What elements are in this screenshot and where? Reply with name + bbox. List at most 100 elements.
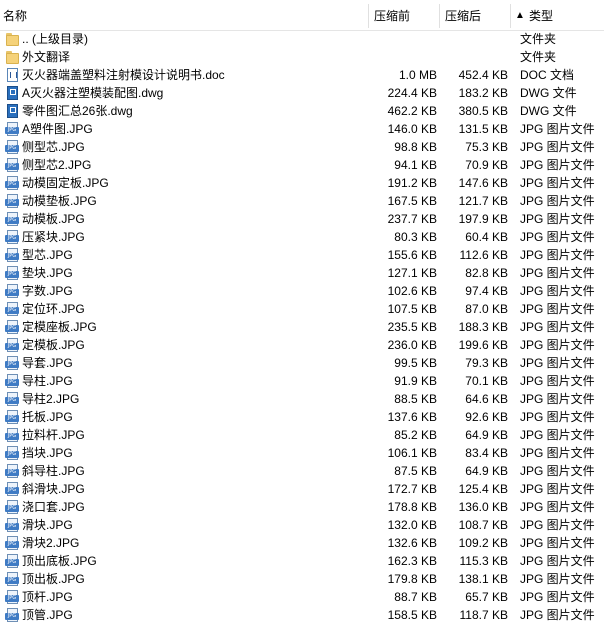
file-type: JPG 图片文件 — [520, 500, 595, 514]
compressed-size: 183.2 KB — [458, 86, 508, 100]
original-size: 132.6 KB — [387, 536, 437, 550]
file-row[interactable]: JPG 导套.JPG 99.5 KB 79.3 KB JPG 图片文件 — [0, 354, 604, 372]
compressed-size: 82.8 KB — [465, 266, 508, 280]
jpg-file-icon: JPG — [4, 121, 20, 137]
file-type: JPG 图片文件 — [520, 536, 595, 550]
original-size: 102.6 KB — [387, 284, 437, 298]
file-row[interactable]: 灭火器端盖塑料注射模设计说明书.doc 1.0 MB 452.4 KB DOC 文档 — [0, 66, 604, 84]
jpg-file-icon: JPG — [4, 319, 20, 335]
file-name: 托板.JPG — [22, 410, 73, 424]
dwg-file-icon — [4, 85, 20, 101]
file-row[interactable]: JPG 顶出板.JPG 179.8 KB 138.1 KB JPG 图片文件 — [0, 570, 604, 588]
file-row[interactable]: JPG 字数.JPG 102.6 KB 97.4 KB JPG 图片文件 — [0, 282, 604, 300]
file-row[interactable]: 外文翻译 文件夹 — [0, 48, 604, 66]
original-size: 462.2 KB — [387, 104, 437, 118]
original-size: 80.3 KB — [394, 230, 437, 244]
file-name: 侧型芯2.JPG — [22, 158, 92, 172]
jpg-file-icon: JPG — [4, 553, 20, 569]
header-divider[interactable] — [368, 4, 369, 28]
file-row[interactable]: A灭火器注塑模装配图.dwg 224.4 KB 183.2 KB DWG 文件 — [0, 84, 604, 102]
file-type: JPG 图片文件 — [520, 176, 595, 190]
compressed-size: 199.6 KB — [458, 338, 508, 352]
file-row[interactable]: JPG 滑块2.JPG 132.6 KB 109.2 KB JPG 图片文件 — [0, 534, 604, 552]
jpg-file-icon: JPG — [4, 247, 20, 263]
file-row[interactable]: JPG 导柱2.JPG 88.5 KB 64.6 KB JPG 图片文件 — [0, 390, 604, 408]
file-row[interactable]: JPG 动模固定板.JPG 191.2 KB 147.6 KB JPG 图片文件 — [0, 174, 604, 192]
compressed-size: 138.1 KB — [458, 572, 508, 586]
file-name: 导柱2.JPG — [22, 392, 80, 406]
original-size: 155.6 KB — [387, 248, 437, 262]
header-original-size[interactable]: 压缩前 — [374, 0, 410, 30]
file-row[interactable]: JPG 浇口套.JPG 178.8 KB 136.0 KB JPG 图片文件 — [0, 498, 604, 516]
file-name: 顶管.JPG — [22, 608, 73, 622]
file-row[interactable]: JPG 挡块.JPG 106.1 KB 83.4 KB JPG 图片文件 — [0, 444, 604, 462]
original-size: 146.0 KB — [387, 122, 437, 136]
file-row[interactable]: JPG 垫块.JPG 127.1 KB 82.8 KB JPG 图片文件 — [0, 264, 604, 282]
original-size: 137.6 KB — [387, 410, 437, 424]
file-row[interactable]: JPG 顶管.JPG 158.5 KB 118.7 KB JPG 图片文件 — [0, 606, 604, 624]
file-row[interactable]: JPG 顶杆.JPG 88.7 KB 65.7 KB JPG 图片文件 — [0, 588, 604, 606]
file-type: JPG 图片文件 — [520, 464, 595, 478]
original-size: 88.5 KB — [394, 392, 437, 406]
file-name: 顶出底板.JPG — [22, 554, 97, 568]
file-name: 字数.JPG — [22, 284, 73, 298]
file-row[interactable]: JPG 定位环.JPG 107.5 KB 87.0 KB JPG 图片文件 — [0, 300, 604, 318]
file-row[interactable]: JPG 型芯.JPG 155.6 KB 112.6 KB JPG 图片文件 — [0, 246, 604, 264]
original-size: 88.7 KB — [394, 590, 437, 604]
compressed-size: 197.9 KB — [458, 212, 508, 226]
file-type: JPG 图片文件 — [520, 320, 595, 334]
file-row[interactable]: JPG 滑块.JPG 132.0 KB 108.7 KB JPG 图片文件 — [0, 516, 604, 534]
header-divider[interactable] — [439, 4, 440, 28]
compressed-size: 112.6 KB — [459, 248, 508, 262]
file-row[interactable]: JPG 导柱.JPG 91.9 KB 70.1 KB JPG 图片文件 — [0, 372, 604, 390]
file-row[interactable]: JPG 拉料杆.JPG 85.2 KB 64.9 KB JPG 图片文件 — [0, 426, 604, 444]
sort-ascending-icon[interactable]: ▲ — [515, 0, 525, 30]
file-row[interactable]: JPG 侧型芯2.JPG 94.1 KB 70.9 KB JPG 图片文件 — [0, 156, 604, 174]
file-row[interactable]: JPG 动模板.JPG 237.7 KB 197.9 KB JPG 图片文件 — [0, 210, 604, 228]
jpg-file-icon: JPG — [4, 409, 20, 425]
jpg-file-icon: JPG — [4, 445, 20, 461]
original-size: 85.2 KB — [394, 428, 437, 442]
file-row[interactable]: 零件图汇总26张.dwg 462.2 KB 380.5 KB DWG 文件 — [0, 102, 604, 120]
column-header: 名称 压缩前 压缩后 ▲ 类型 — [0, 0, 604, 31]
header-type[interactable]: 类型 — [529, 0, 553, 30]
file-type: JPG 图片文件 — [520, 266, 595, 280]
jpg-file-icon: JPG — [4, 337, 20, 353]
jpg-file-icon: JPG — [4, 607, 20, 623]
file-row[interactable]: JPG 定模板.JPG 236.0 KB 199.6 KB JPG 图片文件 — [0, 336, 604, 354]
file-row[interactable]: JPG 顶出底板.JPG 162.3 KB 115.3 KB JPG 图片文件 — [0, 552, 604, 570]
file-row[interactable]: JPG 压紧块.JPG 80.3 KB 60.4 KB JPG 图片文件 — [0, 228, 604, 246]
jpg-file-icon: JPG — [4, 157, 20, 173]
jpg-file-icon: JPG — [4, 373, 20, 389]
file-type: JPG 图片文件 — [520, 554, 595, 568]
compressed-size: 380.5 KB — [458, 104, 508, 118]
file-type: JPG 图片文件 — [520, 194, 595, 208]
original-size: 127.1 KB — [387, 266, 437, 280]
file-row[interactable]: JPG A塑件图.JPG 146.0 KB 131.5 KB JPG 图片文件 — [0, 120, 604, 138]
original-size: 87.5 KB — [394, 464, 437, 478]
file-name: 挡块.JPG — [22, 446, 73, 460]
file-row[interactable]: JPG 定模座板.JPG 235.5 KB 188.3 KB JPG 图片文件 — [0, 318, 604, 336]
file-list: .. (上级目录) 文件夹 外文翻译 文件夹 灭火器端盖塑料注射模设计说明书.doc 1.… — [0, 30, 604, 624]
header-compressed-size[interactable]: 压缩后 — [445, 0, 481, 30]
file-type: JPG 图片文件 — [520, 608, 595, 622]
file-row[interactable]: JPG 托板.JPG 137.6 KB 92.6 KB JPG 图片文件 — [0, 408, 604, 426]
file-name: 拉料杆.JPG — [22, 428, 85, 442]
compressed-size: 60.4 KB — [465, 230, 508, 244]
file-name: 定模座板.JPG — [22, 320, 97, 334]
file-row[interactable]: JPG 侧型芯.JPG 98.8 KB 75.3 KB JPG 图片文件 — [0, 138, 604, 156]
header-divider[interactable] — [510, 4, 511, 28]
original-size: 172.7 KB — [387, 482, 437, 496]
file-type: JPG 图片文件 — [520, 140, 595, 154]
file-row[interactable]: JPG 斜滑块.JPG 172.7 KB 125.4 KB JPG 图片文件 — [0, 480, 604, 498]
header-name[interactable]: 名称 — [3, 0, 27, 30]
file-row[interactable]: JPG 斜导柱.JPG 87.5 KB 64.9 KB JPG 图片文件 — [0, 462, 604, 480]
jpg-file-icon: JPG — [4, 283, 20, 299]
compressed-size: 87.0 KB — [465, 302, 508, 316]
file-name: 定模板.JPG — [22, 338, 85, 352]
file-row[interactable]: JPG 动模垫板.JPG 167.5 KB 121.7 KB JPG 图片文件 — [0, 192, 604, 210]
folder-icon — [4, 31, 20, 47]
original-size: 237.7 KB — [387, 212, 437, 226]
jpg-file-icon: JPG — [4, 589, 20, 605]
file-row[interactable]: .. (上级目录) 文件夹 — [0, 30, 604, 48]
